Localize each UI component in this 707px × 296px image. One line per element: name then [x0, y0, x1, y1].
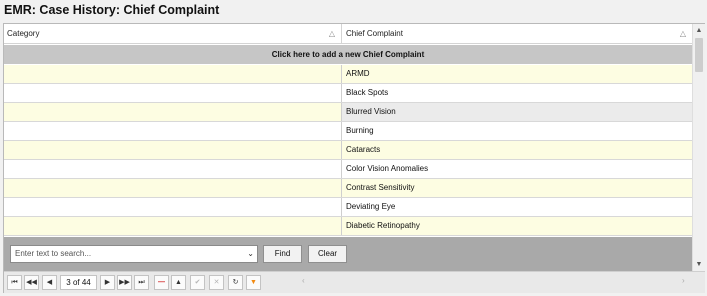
table-row[interactable]: Burning — [4, 122, 692, 141]
category-cell[interactable] — [4, 179, 342, 197]
sort-arrow-icon[interactable]: △ — [680, 24, 686, 44]
previous-record-icon[interactable]: ◀ — [42, 275, 57, 290]
table-row[interactable]: Color Vision Anomalies — [4, 160, 692, 179]
last-record-icon[interactable]: ⏭ — [134, 275, 149, 290]
chief-complaint-cell[interactable]: ARMD — [342, 65, 692, 83]
table-row[interactable]: Deviating Eye — [4, 198, 692, 217]
confirm-check-icon[interactable]: ✔ — [190, 275, 205, 290]
grid-rows: ARMD Black Spots Blurred Vision Burning … — [4, 65, 692, 236]
filter-icon[interactable]: ▼ — [246, 275, 261, 290]
chief-complaint-grid-panel: Category △ Chief Complaint △ Click here … — [3, 23, 705, 293]
chief-complaint-cell[interactable]: Deviating Eye — [342, 198, 692, 216]
page-indicator: 3 of 44 — [60, 275, 97, 290]
chief-complaint-grid: Category △ Chief Complaint △ Click here … — [4, 24, 692, 237]
scroll-left-icon[interactable]: ‹ — [302, 276, 305, 285]
chief-complaint-cell[interactable]: Cataracts — [342, 141, 692, 159]
refresh-icon[interactable]: ↻ — [228, 275, 243, 290]
scrollbar-thumb[interactable] — [695, 38, 703, 72]
category-cell[interactable] — [4, 65, 342, 83]
category-cell[interactable] — [4, 122, 342, 140]
chief-complaint-cell[interactable]: Diabetic Retinopathy — [342, 217, 692, 235]
previous-page-icon[interactable]: ◀◀ — [24, 275, 39, 290]
scroll-up-icon[interactable]: ▲ — [693, 25, 705, 37]
next-record-icon[interactable]: ▶ — [100, 275, 115, 290]
chief-complaint-cell[interactable]: Blurred Vision — [342, 103, 692, 121]
move-up-icon[interactable]: ▲ — [171, 275, 186, 290]
category-cell[interactable] — [4, 217, 342, 235]
grid-header: Category △ Chief Complaint △ — [4, 24, 692, 44]
category-cell[interactable] — [4, 84, 342, 102]
table-row[interactable]: Diabetic Retinopathy — [4, 217, 692, 236]
column-header-chief-complaint[interactable]: Chief Complaint △ — [342, 24, 692, 44]
chief-complaint-cell[interactable]: Burning — [342, 122, 692, 140]
find-button[interactable]: Find — [263, 245, 302, 263]
search-placeholder: Enter text to search... — [15, 249, 92, 258]
category-cell[interactable] — [4, 103, 342, 121]
chief-complaint-cell[interactable]: Black Spots — [342, 84, 692, 102]
next-page-icon[interactable]: ▶▶ — [117, 275, 132, 290]
table-row[interactable]: Cataracts — [4, 141, 692, 160]
column-header-chief-complaint-label: Chief Complaint — [346, 29, 403, 38]
page-title: EMR: Case History: Chief Complaint — [4, 3, 220, 17]
search-input[interactable]: Enter text to search... ⌄ — [10, 245, 258, 263]
table-row[interactable]: Black Spots — [4, 84, 692, 103]
category-cell[interactable] — [4, 141, 342, 159]
cancel-x-icon[interactable]: ✕ — [209, 275, 224, 290]
delete-record-icon[interactable]: — — [154, 275, 169, 290]
chief-complaint-cell[interactable]: Contrast Sensitivity — [342, 179, 692, 197]
category-cell[interactable] — [4, 198, 342, 216]
record-navigator: ⏮ ◀◀ ◀ 3 of 44 ▶ ▶▶ ⏭ — ▲ ✔ ✕ ↻ ▼ ‹ › — [4, 271, 705, 293]
vertical-scrollbar[interactable]: ▲ ▼ — [692, 24, 705, 271]
search-bar: Enter text to search... ⌄ Find Clear — [4, 237, 692, 271]
chief-complaint-cell[interactable]: Color Vision Anomalies — [342, 160, 692, 178]
scroll-down-icon[interactable]: ▼ — [693, 259, 705, 271]
sort-arrow-icon[interactable]: △ — [329, 24, 335, 44]
table-row[interactable]: ARMD — [4, 65, 692, 84]
first-record-icon[interactable]: ⏮ — [7, 275, 22, 290]
clear-button[interactable]: Clear — [308, 245, 347, 263]
column-header-category-label: Category — [7, 29, 40, 38]
add-new-chief-complaint-row[interactable]: Click here to add a new Chief Complaint — [4, 45, 692, 64]
chevron-down-icon[interactable]: ⌄ — [247, 246, 254, 262]
scroll-right-icon[interactable]: › — [682, 276, 685, 285]
table-row[interactable]: Blurred Vision — [4, 103, 692, 122]
category-cell[interactable] — [4, 160, 342, 178]
column-header-category[interactable]: Category △ — [4, 24, 342, 44]
table-row[interactable]: Contrast Sensitivity — [4, 179, 692, 198]
